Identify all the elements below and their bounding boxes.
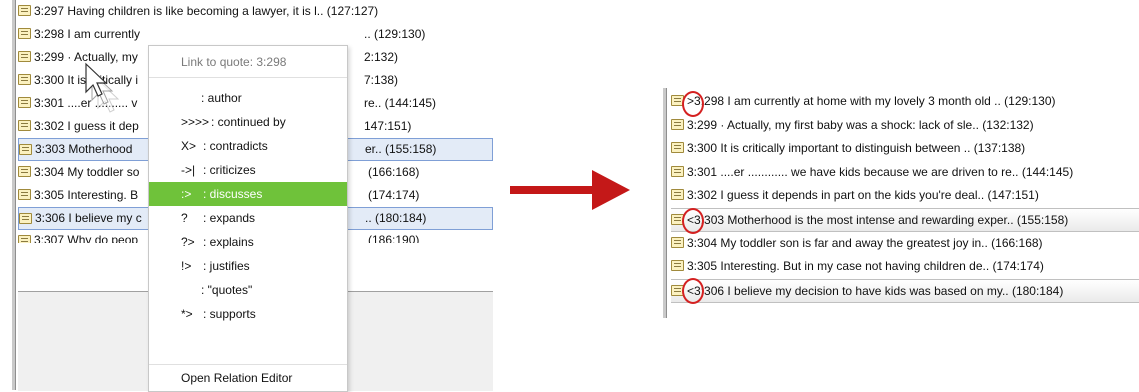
list-item-text: 3:301 ....er ............ we have kids b… — [687, 164, 1074, 179]
list-item-text: 3:304 My toddler so — [34, 165, 140, 179]
list-item[interactable]: 3:297 Having children is like becoming a… — [18, 0, 493, 23]
quote-icon — [19, 144, 32, 155]
quote-icon — [18, 5, 31, 16]
menu-item-continued-by[interactable]: >>>>: continued by — [149, 110, 347, 134]
list-item-range: (186:190) — [368, 233, 420, 243]
list-item-selected[interactable]: <3:303 Motherhood is the most intense an… — [671, 207, 1139, 232]
list-item-text: 3:305 Interesting. B — [34, 188, 139, 202]
list-item-text: 3:307 Why do peop — [34, 233, 139, 243]
list-item-text: 3:306 I believe my c — [35, 211, 142, 225]
list-item-range: 147:151) — [364, 119, 412, 133]
list-item[interactable]: >3:298 I am currently at home with my lo… — [671, 90, 1139, 114]
menu-item-discusses[interactable]: :>: discusses — [149, 182, 347, 206]
menu-item-contradicts[interactable]: X>: contradicts — [149, 134, 347, 158]
right-quote-list: >3:298 I am currently at home with my lo… — [671, 90, 1139, 303]
panel-border — [12, 0, 16, 390]
list-item-range: 2:132) — [364, 50, 399, 64]
list-item-range: 7:138) — [364, 73, 399, 87]
list-item-text: <3:306 I believe my decision to have kid… — [687, 283, 1064, 298]
list-item[interactable]: 3:305 Interesting. But in my case not ha… — [671, 255, 1139, 279]
list-item-text: <3:303 Motherhood is the most intense an… — [687, 212, 1069, 227]
highlight-circle — [682, 278, 704, 304]
list-item-text: 3:304 My toddler son is far and away the… — [687, 235, 1043, 250]
list-item-range: .. (180:184) — [365, 211, 427, 225]
quote-icon — [18, 189, 31, 200]
list-item[interactable]: 3:298 I am currently .. (129:130) — [18, 23, 493, 46]
quote-icon — [19, 213, 32, 224]
quote-icon — [18, 235, 31, 243]
quote-icon — [18, 120, 31, 131]
list-item-text: 3:300 It is critically important to dist… — [687, 141, 1026, 155]
menu-item-supports[interactable]: *>: supports — [149, 302, 347, 326]
menu-item-quotes[interactable]: : "quotes" — [149, 278, 347, 302]
highlight-circle — [682, 91, 704, 117]
highlight-circle — [682, 208, 704, 234]
panel-border — [663, 88, 667, 318]
list-item[interactable]: 3:304 My toddler son is far and away the… — [671, 232, 1139, 256]
quote-icon — [18, 74, 31, 85]
quote-icon — [18, 28, 31, 39]
quote-icon — [671, 118, 684, 130]
list-item-range: (174:174) — [368, 188, 420, 202]
list-item-text: 3:299 · Actually, my first baby was a sh… — [687, 117, 1034, 132]
quote-icon — [671, 260, 684, 271]
list-item-text: 3:302 I guess it depends in part on the … — [687, 188, 1039, 202]
list-item[interactable]: 3:301 ....er ............ we have kids b… — [671, 161, 1139, 185]
quote-icon — [18, 97, 31, 108]
list-item-selected[interactable]: <3:306 I believe my decision to have kid… — [671, 278, 1139, 303]
menu-item-author[interactable]: : author — [149, 86, 347, 110]
menu-separator — [149, 364, 347, 365]
list-item-range: (166:168) — [368, 165, 420, 179]
menu-header: Link to quote: 3:298 — [149, 46, 347, 78]
list-item-range: er.. (155:158) — [365, 142, 437, 156]
list-item-range: .. (129:130) — [364, 27, 426, 41]
menu-item-justifies[interactable]: !>: justifies — [149, 254, 347, 278]
quote-icon — [671, 165, 684, 177]
open-relation-editor-item[interactable]: Open Relation Editor — [149, 366, 347, 390]
list-item-text: 3:297 Having children is like becoming a… — [34, 4, 379, 18]
cursor-icon — [85, 62, 120, 113]
quote-icon — [671, 236, 684, 248]
quote-icon — [671, 142, 684, 153]
list-item-range: re.. (144:145) — [364, 96, 437, 110]
list-item-text: >3:298 I am currently at home with my lo… — [687, 94, 1056, 108]
list-item[interactable]: 3:300 It is critically important to dist… — [671, 137, 1139, 161]
menu-item-criticizes[interactable]: ->|: criticizes — [149, 158, 347, 182]
quote-icon — [671, 189, 684, 200]
menu-item-explains[interactable]: ?>: explains — [149, 230, 347, 254]
relation-context-menu: Link to quote: 3:298 : author >>>>: cont… — [148, 45, 348, 392]
list-item-text: 3:298 I am currently — [34, 27, 141, 41]
list-item[interactable]: 3:299 · Actually, my first baby was a sh… — [671, 114, 1139, 138]
quote-icon — [18, 51, 31, 62]
menu-item-expands[interactable]: ?: expands — [149, 206, 347, 230]
list-item-text: 3:305 Interesting. But in my case not ha… — [687, 259, 1044, 273]
right-quote-panel: >3:298 I am currently at home with my lo… — [663, 88, 1139, 318]
list-item[interactable]: 3:302 I guess it depends in part on the … — [671, 184, 1139, 208]
arrow-icon — [510, 170, 630, 210]
quote-icon — [18, 166, 31, 177]
list-item-text: 3:303 Motherhood — [35, 142, 133, 156]
